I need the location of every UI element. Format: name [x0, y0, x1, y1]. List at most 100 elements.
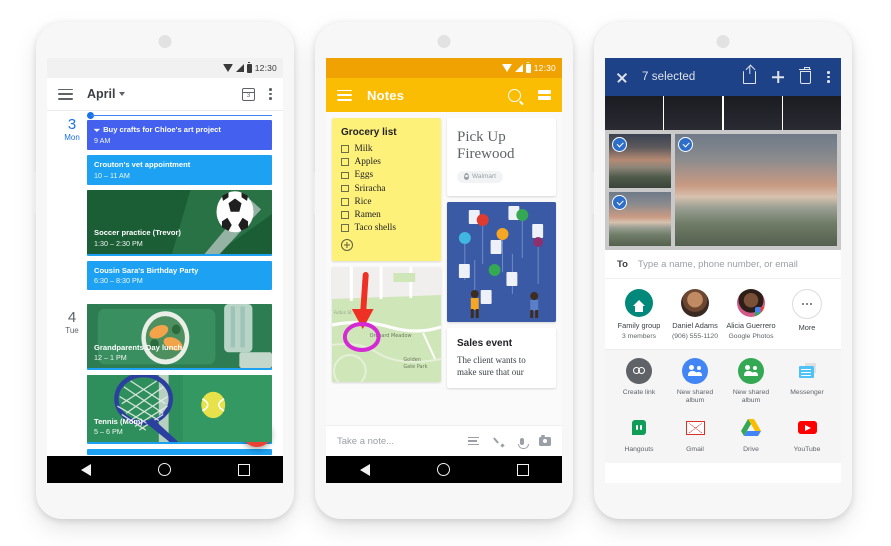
page-title[interactable]: April — [87, 87, 115, 101]
list-icon[interactable] — [468, 437, 479, 445]
to-label: To — [617, 258, 628, 270]
chevron-down-icon[interactable] — [119, 92, 126, 96]
day-weekday: Tue — [65, 326, 79, 336]
photo-large-selected[interactable] — [675, 134, 837, 246]
day-number: 4 — [67, 309, 77, 327]
photo-thumb[interactable] — [605, 96, 663, 130]
contact-item[interactable]: Alicia Guerrero Google Photos — [723, 289, 779, 340]
photo-strip-row[interactable] — [605, 96, 841, 130]
avatar — [681, 289, 709, 317]
photo-thumb[interactable] — [664, 96, 723, 130]
youtube-icon — [794, 415, 820, 441]
checkbox-icon[interactable] — [341, 184, 349, 193]
note-card-checklist[interactable]: Grocery list Milk Apples Eggs Sriracha R… — [332, 118, 441, 262]
share-target-messenger[interactable]: Messenger — [779, 358, 835, 406]
share-target-new-shared-album-1[interactable]: New shared album — [667, 357, 723, 406]
contact-name: Family group — [617, 321, 661, 330]
add-item-icon[interactable] — [341, 239, 353, 252]
event-item[interactable]: Grandparents Day lunch 12 – 1 PM — [87, 304, 272, 371]
event-item-partial[interactable] — [87, 449, 272, 456]
checkbox-icon[interactable] — [341, 224, 349, 232]
calendar-day-icon[interactable]: 3 — [242, 87, 255, 101]
selected-check-icon[interactable] — [612, 195, 627, 210]
hamburger-icon[interactable] — [337, 89, 352, 101]
home-circle-icon[interactable] — [157, 463, 171, 476]
list-item[interactable]: Rice — [341, 197, 432, 207]
camera-icon[interactable] — [539, 434, 551, 446]
event-item[interactable]: Soccer practice (Trevor) 1:30 – 2:30 PM — [87, 189, 272, 256]
list-item[interactable]: Apples — [341, 157, 432, 167]
photo-thumb[interactable] — [723, 96, 782, 130]
add-people-icon — [682, 357, 708, 384]
contact-item[interactable]: Family group 3 members — [611, 289, 667, 340]
photo-thumb-selected[interactable] — [609, 192, 671, 246]
calendar-agenda[interactable]: 3 Mon ⏷ Buy crafts for Chloe's art projec… — [47, 111, 283, 467]
checklist: Milk Apples Eggs Sriracha Rice Ramen Tac… — [341, 144, 432, 233]
share-target-create-link[interactable]: Create link — [611, 357, 667, 406]
back-triangle-icon[interactable] — [80, 463, 91, 476]
notes-column-left: Grocery list Milk Apples Eggs Sriracha R… — [332, 118, 441, 457]
hamburger-icon[interactable] — [58, 88, 73, 100]
share-target-hangouts[interactable]: Hangouts — [611, 415, 667, 454]
home-circle-icon[interactable] — [436, 463, 450, 476]
photo-column — [609, 134, 671, 246]
photo-thumb[interactable] — [783, 96, 841, 130]
view-toggle-icon[interactable] — [538, 90, 551, 100]
event-item[interactable]: Cousin Sara's Birthday Party 6:30 – 8:30… — [87, 260, 272, 291]
recents-square-icon[interactable] — [237, 463, 250, 476]
event-title: ⏷ Buy crafts for Chloe's art project — [94, 125, 221, 135]
list-item[interactable]: Taco shells — [341, 223, 432, 233]
share-target-youtube[interactable]: YouTube — [779, 415, 835, 454]
calendar-screen: 12:30 April 3 3 Mon ⏷ Buy crafts for Chl… — [47, 58, 283, 483]
microphone-icon[interactable] — [517, 437, 529, 449]
note-composer[interactable]: Take a note... — [326, 425, 562, 456]
selection-count: 7 selected — [642, 71, 696, 83]
contact-item-more[interactable]: More — [779, 289, 835, 340]
contact-item[interactable]: Daniel Adams (906) 555-1120 — [667, 289, 723, 340]
event-item[interactable]: Tennis (Mom) 5 – 6 PM — [87, 375, 272, 445]
photo-thumb-selected[interactable] — [609, 134, 671, 188]
checkbox-icon[interactable] — [341, 158, 349, 166]
search-icon[interactable] — [508, 88, 521, 102]
event-item[interactable]: ⏷ Buy crafts for Chloe's art project 9 AM — [87, 120, 272, 151]
list-item[interactable]: Eggs — [341, 170, 432, 180]
photo-image — [675, 134, 837, 246]
event-item[interactable]: Crouton's vet appointment 10 – 11 AM — [87, 155, 272, 185]
list-item[interactable]: Milk — [341, 144, 432, 154]
location-chip[interactable]: Walmart — [457, 170, 503, 183]
contact-name: Alicia Guerrero — [726, 321, 776, 330]
notes-grid[interactable]: Grocery list Milk Apples Eggs Sriracha R… — [326, 112, 562, 463]
close-icon[interactable] — [616, 71, 628, 83]
brush-icon[interactable] — [494, 436, 505, 447]
recents-square-icon[interactable] — [516, 463, 529, 476]
family-group-icon — [625, 289, 653, 317]
more-icon[interactable] — [792, 289, 822, 319]
share-icon[interactable] — [743, 70, 756, 84]
kebab-menu-icon[interactable] — [269, 87, 272, 101]
plus-icon[interactable] — [772, 71, 784, 83]
share-target-gmail[interactable]: Gmail — [667, 415, 723, 454]
list-item[interactable]: Sriracha — [341, 184, 432, 194]
selected-check-icon[interactable] — [612, 137, 627, 152]
list-item[interactable]: Ramen — [341, 210, 432, 220]
note-card-text[interactable]: Pick Up Firewood Walmart — [447, 118, 556, 197]
note-card-article[interactable]: Sales event The client wants to make sur… — [447, 328, 556, 389]
photo-selection-grid[interactable] — [605, 130, 841, 250]
kebab-menu-icon[interactable] — [827, 70, 830, 84]
recipient-row[interactable]: To Type a name, phone number, or email — [605, 250, 841, 279]
share-target-new-shared-album-2[interactable]: New shared album — [723, 357, 779, 406]
share-target-label: YouTube — [793, 445, 821, 453]
checkbox-icon[interactable] — [341, 198, 349, 206]
back-triangle-icon[interactable] — [359, 463, 370, 476]
take-note-input[interactable]: Take a note... — [337, 436, 468, 447]
note-card-photo[interactable] — [447, 202, 556, 323]
checkbox-icon[interactable] — [341, 211, 349, 219]
trash-icon[interactable] — [798, 66, 811, 84]
checkbox-icon[interactable] — [341, 145, 349, 153]
recipient-input[interactable]: Type a name, phone number, or email — [638, 259, 798, 270]
selected-check-icon[interactable] — [678, 137, 693, 152]
note-card-map[interactable]: Orchard Meadow Golden Gate Park Fulton S… — [332, 267, 441, 383]
share-target-drive[interactable]: Drive — [723, 415, 779, 454]
checkbox-icon[interactable] — [341, 171, 349, 180]
event-time: 9 AM — [94, 136, 111, 146]
